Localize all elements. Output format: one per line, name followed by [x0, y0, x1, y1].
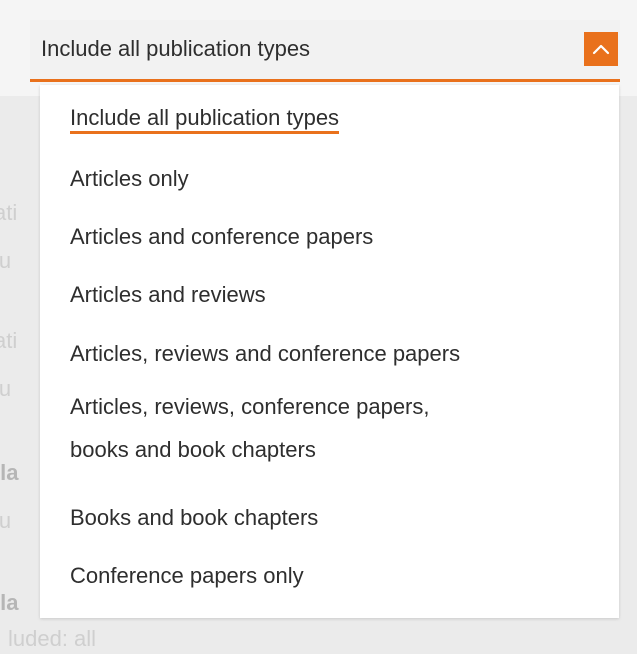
option-label: Articles only: [70, 166, 189, 191]
option-label-line-1: Articles, reviews, conference papers,: [70, 394, 430, 419]
publication-type-options: Include all publication types Articles o…: [40, 85, 619, 618]
option-articles-only[interactable]: Articles only: [70, 164, 610, 194]
select-value: Include all publication types: [41, 36, 311, 61]
background-label: lla: [0, 590, 19, 615]
background-label: ati: [0, 200, 18, 225]
option-label: Articles and conference papers: [70, 224, 374, 249]
dropdown-toggle-button[interactable]: [584, 32, 618, 66]
publication-type-select[interactable]: Include all publication types: [30, 20, 620, 82]
option-label: Conference papers only: [70, 563, 304, 588]
option-articles-reviews-and-conference-papers[interactable]: Articles, reviews and conference papers: [70, 339, 610, 369]
background-sublabel: luded: all: [8, 626, 97, 651]
option-books-and-book-chapters[interactable]: Books and book chapters: [70, 503, 610, 533]
background-label: lla: [0, 460, 19, 485]
option-label: Include all publication types: [70, 105, 340, 134]
option-label: Books and book chapters: [70, 505, 319, 530]
background-sublabel: lu: [0, 376, 12, 401]
background-sublabel: lu: [0, 508, 12, 533]
option-label: Articles, reviews and conference papers: [70, 341, 461, 366]
option-articles-and-reviews[interactable]: Articles and reviews: [70, 280, 610, 310]
option-label-line-2: books and book chapters: [70, 437, 316, 462]
option-articles-reviews-conference-papers-books-and-book-chapters[interactable]: Articles, reviews, conference papers, bo…: [70, 385, 610, 471]
option-label: Articles and reviews: [70, 282, 266, 307]
option-include-all-publication-types[interactable]: Include all publication types: [70, 103, 610, 134]
background-sublabel: lu: [0, 248, 12, 273]
option-articles-and-conference-papers[interactable]: Articles and conference papers: [70, 222, 610, 252]
chevron-up-icon: [592, 44, 610, 55]
option-conference-papers-only[interactable]: Conference papers only: [70, 561, 610, 591]
background-label: ati: [0, 328, 18, 353]
